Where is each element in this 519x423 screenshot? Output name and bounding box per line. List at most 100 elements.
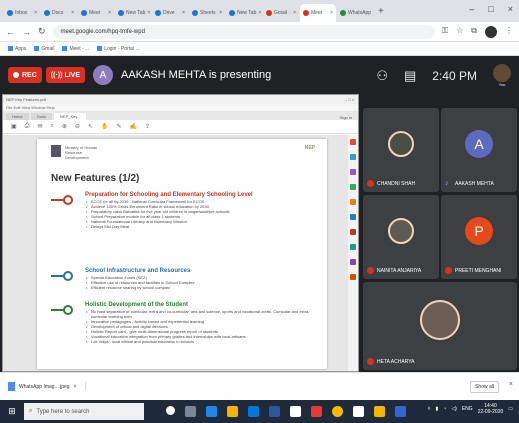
bookmark-icon xyxy=(8,45,13,51)
tab-close-icon[interactable]: × xyxy=(34,10,37,16)
edge-icon[interactable] xyxy=(206,406,217,417)
browser-tab[interactable]: Meet × xyxy=(78,4,114,22)
profile-avatar[interactable] xyxy=(485,25,497,38)
meet-window: REC ((·)) LIVE A AAKASH MEHTA is present… xyxy=(0,56,519,372)
app-icon[interactable] xyxy=(353,406,364,417)
battery-icon: ▮ xyxy=(435,406,439,412)
participant-name-row: NAINITA ANJARIYA xyxy=(367,267,421,274)
new-tab-button[interactable]: + xyxy=(378,4,384,22)
section-marker-icon xyxy=(51,271,77,281)
tab-close-icon[interactable]: × xyxy=(108,10,111,16)
participant-tile[interactable]: A ♪ AAKASH MEHTA xyxy=(441,108,517,192)
participant-tile[interactable]: P PREETI MENGHANI xyxy=(441,195,517,279)
browser-tab[interactable]: Inbox × xyxy=(4,4,40,22)
pdf-window-controls: – □ × xyxy=(344,97,354,102)
bookmark-item[interactable]: Login - Portal ... xyxy=(97,45,140,52)
hand-icon: ✋ xyxy=(100,124,109,130)
cortana-icon[interactable] xyxy=(166,406,175,415)
self-view[interactable]: You xyxy=(493,64,511,87)
acrobat-icon[interactable] xyxy=(311,406,322,417)
pdf-tab: Home xyxy=(6,113,29,120)
word-icon[interactable] xyxy=(269,406,280,417)
meet-top-right: ⚇ ▤ 2:40 PM You xyxy=(376,64,511,87)
tab-close-icon[interactable]: × xyxy=(182,10,185,16)
back-icon[interactable]: ← xyxy=(6,27,15,37)
notification-icon[interactable]: ▭ xyxy=(508,406,513,412)
pdf-tab: NEP_Key... xyxy=(54,113,87,120)
download-item[interactable]: WhatsApp Imag....jpeg ˄ xyxy=(8,382,86,391)
participant-tile[interactable]: CHANDNI SHAH xyxy=(363,108,439,192)
presenter-avatar: A xyxy=(93,65,113,85)
app-icon[interactable] xyxy=(395,406,406,417)
combine-files-icon xyxy=(350,199,356,205)
downloads-bar: WhatsApp Imag....jpeg ˄ Show all × xyxy=(0,372,519,400)
store-icon[interactable] xyxy=(248,406,259,417)
live-badge: ((·)) LIVE xyxy=(45,67,85,83)
chevron-up-icon[interactable]: ˄ xyxy=(74,384,77,390)
chevron-up-icon[interactable]: ˄ xyxy=(428,406,431,412)
tab-close-icon[interactable]: × xyxy=(293,10,296,16)
tab-close-icon[interactable]: × xyxy=(258,10,261,16)
section-bullet: Delays Mid-Day Meal xyxy=(85,224,321,229)
tab-favicon-icon xyxy=(303,10,309,16)
system-tray: ˄ ▮ ◔ ◁) ENG 14:40 22-09-2020 ▭ xyxy=(428,403,513,415)
chrome-icon[interactable] xyxy=(374,406,385,417)
taskbar-search[interactable]: ⌕ Type here to search xyxy=(24,403,144,420)
chrome-icon[interactable] xyxy=(332,406,343,417)
tab-label: Drive xyxy=(163,10,175,16)
participant-avatar: A xyxy=(465,130,493,158)
star-icon[interactable]: ☆ xyxy=(456,26,463,38)
bookmarks-bar: Apps Gmail Meet - ... Login - Portal ... xyxy=(0,42,519,56)
participants-icon[interactable]: ⚇ xyxy=(376,68,388,84)
bookmark-item[interactable]: Meet - ... xyxy=(62,46,89,52)
tab-close-icon[interactable]: × xyxy=(219,10,222,16)
participant-name: AAKASH MEHTA xyxy=(455,180,494,187)
download-file-name: WhatsApp Imag....jpeg xyxy=(19,383,70,390)
bookmark-label: Login - Portal ... xyxy=(104,45,140,52)
settings-icon[interactable] xyxy=(290,406,301,417)
wifi-icon: ◔ xyxy=(443,406,447,412)
language-indicator[interactable]: ENG xyxy=(462,406,473,412)
chat-icon[interactable]: ▤ xyxy=(404,68,416,84)
participant-tile[interactable]: HETA ACHARYA xyxy=(363,282,517,370)
browser-tab[interactable]: Meet × xyxy=(300,4,336,22)
menu-icon[interactable]: ⋮ xyxy=(505,26,513,38)
bookmark-label: Apps xyxy=(15,45,27,52)
show-all-button[interactable]: Show all xyxy=(470,381,499,393)
broadcast-icon: ((·)) xyxy=(50,71,63,79)
participant-name: PREETI MENGHANI xyxy=(455,267,502,274)
maximize-button[interactable]: □ xyxy=(488,4,493,14)
participant-tile[interactable]: NAINITA ANJARIYA xyxy=(363,195,439,279)
taskbar-clock[interactable]: 14:40 22-09-2020 xyxy=(478,403,504,415)
close-window-button[interactable]: × xyxy=(508,4,513,14)
close-downloads-button[interactable]: × xyxy=(509,381,513,388)
tab-close-icon[interactable]: × xyxy=(330,10,333,16)
url-input[interactable]: meet.google.com/hpq-tmfe-wpd xyxy=(52,24,436,39)
tab-close-icon[interactable]: × xyxy=(147,10,150,16)
browser-tab[interactable]: Sheets × xyxy=(189,4,225,22)
windows-start-icon[interactable]: ⊞ xyxy=(0,400,24,423)
browser-tab[interactable]: Docs × xyxy=(41,4,77,22)
bookmark-item[interactable]: Apps xyxy=(8,46,26,52)
reload-icon[interactable]: ↻ xyxy=(38,26,46,37)
browser-tab[interactable]: Drive × xyxy=(152,4,188,22)
slide-section: Holistic Development of the StudentNo ha… xyxy=(51,301,321,344)
you-label: You xyxy=(498,82,506,87)
minimize-button[interactable]: – xyxy=(469,4,474,14)
forward-icon[interactable]: → xyxy=(22,27,31,37)
tab-label: Meet xyxy=(89,10,101,16)
task-view-icon[interactable] xyxy=(185,406,196,417)
bookmark-item[interactable]: Gmail xyxy=(34,46,54,52)
browser-tab[interactable]: Gmail × xyxy=(263,4,299,22)
participant-name-row: HETA ACHARYA xyxy=(367,358,415,365)
key-icon[interactable]: ⚿ xyxy=(442,26,448,38)
browser-tab[interactable]: New Tab × xyxy=(115,4,151,22)
file-explorer-icon[interactable] xyxy=(227,406,238,417)
section-marker-icon xyxy=(51,195,77,205)
browser-tab[interactable]: New Tab × xyxy=(226,4,262,22)
extensions-icon[interactable]: ⧉ xyxy=(471,26,477,38)
bookmark-icon xyxy=(34,45,40,51)
tab-close-icon[interactable]: × xyxy=(71,10,74,16)
browser-tab[interactable]: WhatsApp× xyxy=(337,4,373,22)
tab-label: New Tab xyxy=(126,10,146,16)
